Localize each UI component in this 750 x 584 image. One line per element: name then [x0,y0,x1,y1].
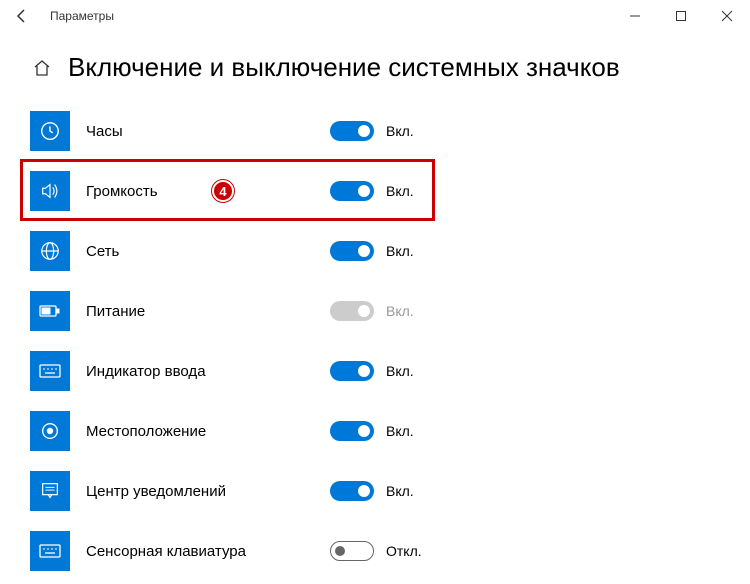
setting-label: Сеть [86,243,286,260]
setting-row-network: Сеть Вкл. [30,231,720,271]
setting-row-action: Центр уведомлений Вкл. [30,471,720,511]
maximize-button[interactable] [658,0,704,32]
toggle-action[interactable] [330,481,374,501]
setting-label: Центр уведомлений [86,483,286,500]
settings-list: Часы Вкл. Громкость Вкл. 4 Сеть Вкл. Питание Вкл… [30,111,720,571]
toggle-wrap: Откл. [330,541,422,561]
setting-row-clock: Часы Вкл. [30,111,720,151]
toggle-power [330,301,374,321]
toggle-wrap: Вкл. [330,481,414,501]
window-controls [612,0,750,32]
annotation-callout: 4 [212,180,234,202]
network-icon [30,231,70,271]
toggle-state-text: Вкл. [386,243,414,259]
toggle-wrap: Вкл. [330,241,414,261]
action-icon [30,471,70,511]
toggle-state-text: Вкл. [386,363,414,379]
toggle-state-text: Вкл. [386,303,414,319]
toggle-wrap: Вкл. [330,421,414,441]
home-icon[interactable] [30,56,54,80]
toggle-state-text: Вкл. [386,183,414,199]
location-icon [30,411,70,451]
clock-icon [30,111,70,151]
setting-row-volume: Громкость Вкл. 4 [30,171,720,211]
app-title: Параметры [50,9,114,23]
minimize-button[interactable] [612,0,658,32]
setting-label: Питание [86,303,286,320]
page-header: Включение и выключение системных значков [30,52,720,83]
toggle-wrap: Вкл. [330,301,414,321]
toggle-state-text: Вкл. [386,483,414,499]
setting-label: Индикатор ввода [86,363,286,380]
page-title: Включение и выключение системных значков [68,52,620,83]
content: Включение и выключение системных значков… [0,32,750,571]
toggle-volume[interactable] [330,181,374,201]
toggle-state-text: Вкл. [386,123,414,139]
power-icon [30,291,70,331]
setting-row-touchkb: Сенсорная клавиатура Откл. [30,531,720,571]
toggle-input[interactable] [330,361,374,381]
toggle-location[interactable] [330,421,374,441]
setting-row-power: Питание Вкл. [30,291,720,331]
setting-row-location: Местоположение Вкл. [30,411,720,451]
close-button[interactable] [704,0,750,32]
titlebar: Параметры [0,0,750,32]
toggle-state-text: Откл. [386,543,422,559]
setting-row-input: Индикатор ввода Вкл. [30,351,720,391]
toggle-wrap: Вкл. [330,181,414,201]
toggle-clock[interactable] [330,121,374,141]
input-icon [30,351,70,391]
toggle-wrap: Вкл. [330,361,414,381]
back-button[interactable] [10,4,34,28]
toggle-touchkb[interactable] [330,541,374,561]
toggle-state-text: Вкл. [386,423,414,439]
setting-label: Громкость [86,183,286,200]
volume-icon [30,171,70,211]
toggle-wrap: Вкл. [330,121,414,141]
setting-label: Часы [86,123,286,140]
setting-label: Сенсорная клавиатура [86,543,286,560]
setting-label: Местоположение [86,423,286,440]
toggle-network[interactable] [330,241,374,261]
touchkb-icon [30,531,70,571]
